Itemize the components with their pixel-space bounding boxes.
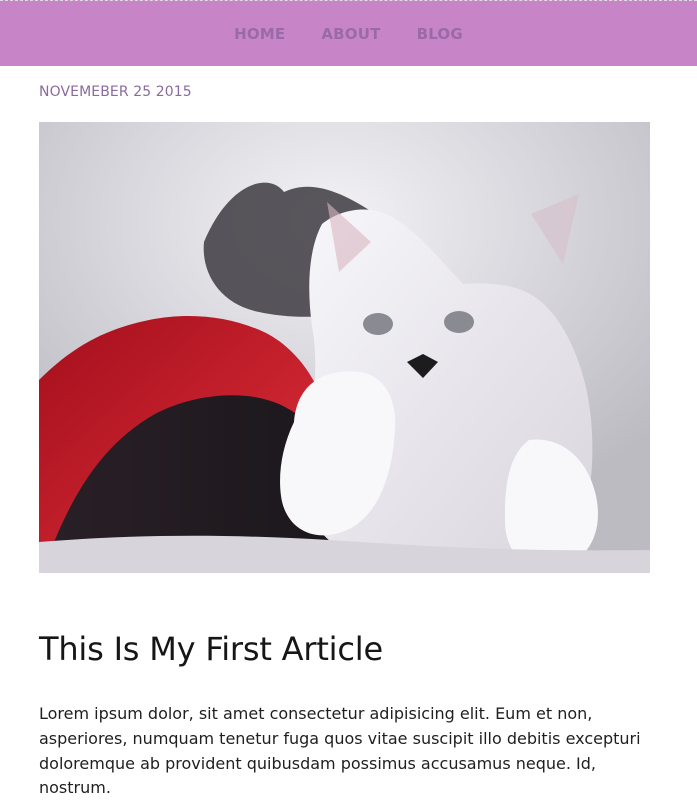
- article-title: This Is My First Article: [39, 630, 383, 669]
- white-kitten-right-eye: [444, 311, 474, 333]
- nav-about-link[interactable]: ABOUT: [321, 26, 380, 42]
- blog-page: HOME ABOUT BLOG NOVEMEBER 25 2015 This I…: [0, 0, 697, 807]
- nav-home-link[interactable]: HOME: [234, 26, 285, 42]
- main-navigation: HOME ABOUT BLOG: [0, 1, 697, 67]
- article-date: NOVEMEBER 25 2015: [39, 84, 192, 100]
- article-image: [39, 122, 650, 573]
- kittens-photo: [39, 122, 650, 573]
- article-body: Lorem ipsum dolor, sit amet consectetur …: [39, 704, 641, 798]
- top-navigation-bar: HOME ABOUT BLOG: [0, 0, 697, 66]
- white-kitten-left-eye: [363, 313, 393, 335]
- nav-blog-link[interactable]: BLOG: [417, 26, 463, 42]
